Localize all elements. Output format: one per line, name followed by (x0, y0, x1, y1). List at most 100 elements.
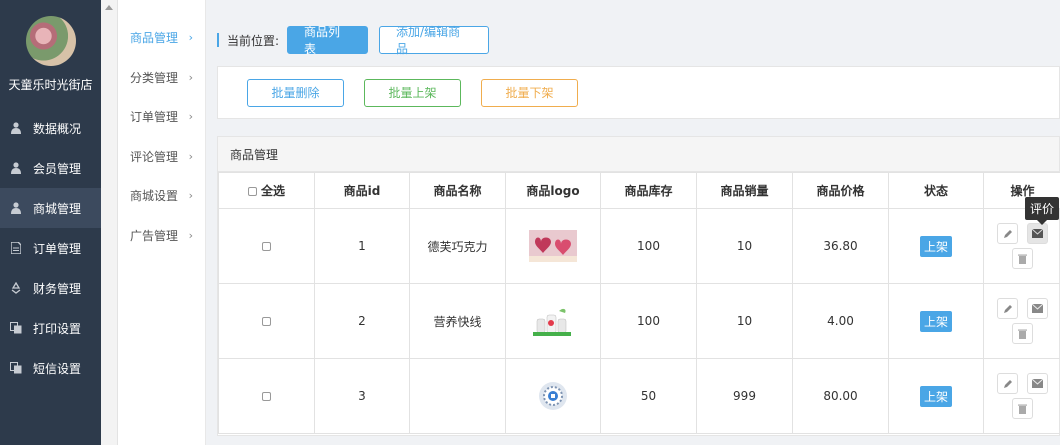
batch-list-off-button[interactable]: 批量下架 (481, 78, 578, 107)
status-badge[interactable]: 上架 (919, 385, 952, 407)
document-icon (9, 241, 23, 255)
sidebar-menu: 数据概况 会员管理 商城管理 订单管理 财务管理 打印设置 短信设置 (0, 108, 101, 388)
column-header: 商品id (314, 172, 410, 209)
batch-actions-panel: 批量删除 批量上架 批量下架 (217, 66, 1060, 119)
qr-code-image (529, 380, 577, 412)
product-table-panel: 商品管理 全选 商品id 商品名称 商品logo 商品库存 商品销量 商品价格 … (217, 136, 1060, 436)
trash-icon (1018, 254, 1027, 264)
submenu-item-ads[interactable]: 广告管理 › (118, 216, 205, 256)
product-logo-cell (505, 283, 601, 359)
trash-icon (1018, 404, 1027, 414)
sidebar-item-sms-settings[interactable]: 短信设置 (0, 348, 101, 388)
recycle-icon (9, 281, 23, 295)
sidebar-item-label: 会员管理 (33, 161, 82, 176)
scroll-up-icon[interactable] (105, 5, 113, 10)
sidebar-scrollbar[interactable] (101, 0, 118, 445)
pencil-icon (1003, 229, 1012, 238)
copy-icon (9, 361, 23, 375)
product-stock: 50 (600, 358, 697, 434)
review-tooltip: 评价 (1024, 197, 1059, 225)
tab-add-edit-product[interactable]: 添加/编辑商品 (379, 25, 490, 56)
sidebar-item-mall[interactable]: 商城管理 (0, 188, 101, 228)
operations-group (987, 373, 1059, 419)
review-button[interactable] (1027, 298, 1048, 319)
status-cell: 上架 (888, 208, 984, 284)
user-icon (9, 161, 23, 175)
submenu-list: 商品管理 › 分类管理 › 订单管理 › 评论管理 › 商城设置 › 广告管理 … (118, 18, 205, 255)
select-all-header: 全选 (218, 172, 315, 209)
product-stock: 100 (600, 208, 697, 284)
row-select-cell (218, 283, 315, 359)
edit-button[interactable] (997, 223, 1018, 244)
column-header: 商品库存 (600, 172, 697, 209)
sidebar-item-label: 数据概况 (33, 121, 82, 136)
submenu-item-reviews[interactable]: 评论管理 › (118, 137, 205, 177)
chevron-right-icon: › (188, 110, 193, 124)
product-sales: 999 (696, 358, 793, 434)
sidebar-item-label: 订单管理 (33, 241, 82, 256)
edit-button[interactable] (997, 298, 1018, 319)
envelope-icon (1032, 304, 1043, 313)
product-id: 3 (314, 358, 410, 434)
sidebar-item-finance[interactable]: 财务管理 (0, 268, 101, 308)
column-header: 商品名称 (409, 172, 506, 209)
column-header: 商品logo (505, 172, 601, 209)
sidebar-item-data-overview[interactable]: 数据概况 (0, 108, 101, 148)
operations-cell (983, 283, 1060, 359)
delete-button[interactable] (1012, 398, 1033, 419)
shop-name: 天童乐时光街店 (8, 78, 93, 92)
product-table: 全选 商品id 商品名称 商品logo 商品库存 商品销量 商品价格 状态 操作… (218, 172, 1060, 434)
column-header: 状态 (888, 172, 984, 209)
status-badge[interactable]: 上架 (919, 235, 952, 257)
pencil-icon (1003, 379, 1012, 388)
select-all-label: 全选 (260, 184, 285, 198)
status-cell: 上架 (888, 283, 984, 359)
table-row: 2 营养快线 100 10 4.00 上架 (218, 283, 1060, 359)
chevron-right-icon: › (188, 70, 193, 84)
tab-product-list[interactable]: 商品列表 (287, 25, 369, 56)
column-header: 商品价格 (792, 172, 889, 209)
sidebar-item-label: 财务管理 (33, 281, 82, 296)
row-checkbox[interactable] (262, 317, 271, 326)
submenu: 商品管理 › 分类管理 › 订单管理 › 评论管理 › 商城设置 › 广告管理 … (118, 0, 206, 445)
status-badge[interactable]: 上架 (919, 310, 952, 332)
submenu-item-label: 广告管理 (130, 228, 179, 243)
sidebar-item-label: 商城管理 (33, 201, 82, 216)
sidebar-item-members[interactable]: 会员管理 (0, 148, 101, 188)
product-price: 36.80 (792, 208, 889, 284)
submenu-item-categories[interactable]: 分类管理 › (118, 58, 205, 98)
sidebar-item-print-settings[interactable]: 打印设置 (0, 308, 101, 348)
select-all-checkbox[interactable] (247, 187, 257, 196)
submenu-item-label: 商城设置 (130, 189, 179, 204)
panel-title: 商品管理 (218, 137, 1059, 172)
product-stock: 100 (600, 283, 697, 359)
batch-list-on-button[interactable]: 批量上架 (364, 78, 461, 107)
submenu-item-orders[interactable]: 订单管理 › (118, 97, 205, 137)
breadcrumb-label: 当前位置: (227, 33, 280, 48)
pencil-icon (1003, 304, 1012, 313)
submenu-item-mall-settings[interactable]: 商城设置 › (118, 176, 205, 216)
product-sales: 10 (696, 208, 793, 284)
main-sidebar: 天童乐时光街店 数据概况 会员管理 商城管理 订单管理 财务管理 打印设置 短信… (0, 0, 101, 445)
sidebar-item-orders[interactable]: 订单管理 (0, 228, 101, 268)
row-select-cell (218, 208, 315, 284)
batch-delete-button[interactable]: 批量删除 (247, 78, 344, 107)
chevron-right-icon: › (188, 31, 193, 45)
table-header-row: 全选 商品id 商品名称 商品logo 商品库存 商品销量 商品价格 状态 操作 (218, 172, 1060, 209)
edit-button[interactable] (997, 373, 1018, 394)
submenu-item-products[interactable]: 商品管理 › (118, 18, 205, 58)
product-name: 德芙巧克力 (409, 208, 506, 284)
submenu-item-label: 分类管理 (130, 70, 179, 85)
delete-button[interactable] (1012, 248, 1033, 269)
delete-button[interactable] (1012, 323, 1033, 344)
table-row: 1 德芙巧克力 100 10 36.80 上架 (218, 208, 1060, 284)
product-price: 4.00 (792, 283, 889, 359)
user-icon (9, 201, 23, 215)
shop-avatar[interactable] (25, 16, 76, 66)
product-name (409, 358, 506, 434)
review-button[interactable] (1027, 223, 1048, 244)
row-checkbox[interactable] (262, 392, 271, 401)
operations-group (987, 223, 1059, 269)
review-button[interactable] (1027, 373, 1048, 394)
row-checkbox[interactable] (262, 242, 271, 251)
